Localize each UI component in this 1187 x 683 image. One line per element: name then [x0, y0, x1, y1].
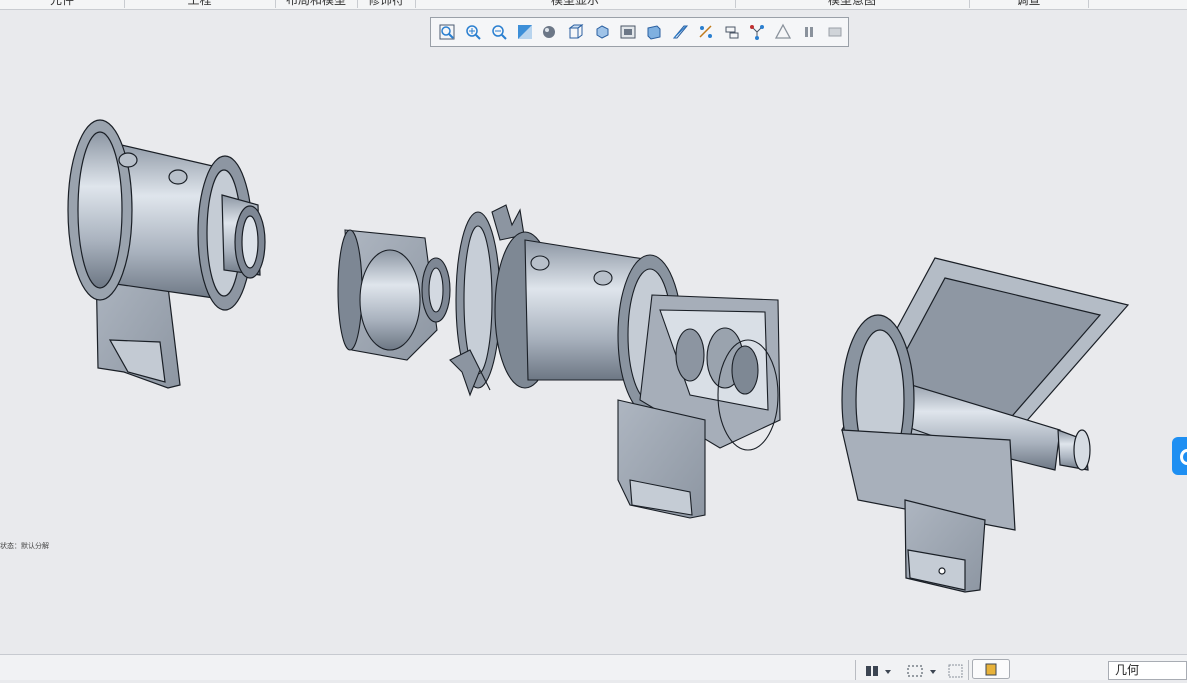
ribbon-group: 调查 — [969, 0, 1089, 8]
left-housing-part — [67, 119, 266, 389]
spin-center-icon[interactable] — [719, 19, 745, 45]
status-separator — [855, 660, 856, 680]
link-icon — [1180, 449, 1187, 465]
filter-icon[interactable] — [948, 663, 964, 682]
pause-icon[interactable] — [796, 19, 822, 45]
status-bar: 几何 — [0, 654, 1187, 680]
model-state-label: 状态：默认分解 — [0, 542, 49, 550]
find-icon[interactable] — [865, 663, 895, 682]
right-hopper-part — [841, 257, 1130, 593]
repaint-icon[interactable] — [512, 19, 538, 45]
next-icon[interactable] — [822, 19, 848, 45]
center-assembly-part — [337, 204, 781, 519]
datum-display-icon[interactable] — [667, 19, 693, 45]
exploded-assembly-view[interactable] — [0, 10, 1187, 654]
ribbon-group: 模型意图 — [735, 0, 970, 8]
model-tree-toggle-icon[interactable] — [972, 659, 1010, 683]
zoom-in-icon[interactable] — [460, 19, 486, 45]
ribbon-group: 修饰符 — [357, 0, 416, 8]
ribbon-group: 元件 — [0, 0, 125, 8]
ribbon-group: 工程 — [124, 0, 276, 8]
annotation-display-icon[interactable] — [693, 19, 719, 45]
explode-icon[interactable] — [745, 19, 771, 45]
status-separator — [968, 660, 969, 680]
graphics-viewport[interactable]: 状态：默认分解 — [0, 10, 1187, 654]
refit-icon[interactable] — [434, 19, 460, 45]
ribbon-group: 模型显示 — [415, 0, 736, 8]
ribbon-group-labels: 元件 工程 布局和模型 修饰符 模型显示 模型意图 调查 — [0, 0, 1187, 10]
side-panel-tab[interactable] — [1172, 437, 1187, 475]
zoom-out-icon[interactable] — [486, 19, 512, 45]
graphics-toolbar — [430, 17, 849, 47]
view-manager-icon[interactable] — [589, 19, 615, 45]
display-style-icon[interactable] — [538, 19, 564, 45]
saved-orientations-icon[interactable] — [563, 19, 589, 45]
perspective-view-icon[interactable] — [615, 19, 641, 45]
appearance-icon[interactable] — [770, 19, 796, 45]
selection-box-icon[interactable] — [906, 663, 940, 682]
ribbon-group: 布局和模型 — [275, 0, 358, 8]
section-icon[interactable] — [641, 19, 667, 45]
selection-filter-select[interactable]: 几何 — [1108, 661, 1187, 680]
